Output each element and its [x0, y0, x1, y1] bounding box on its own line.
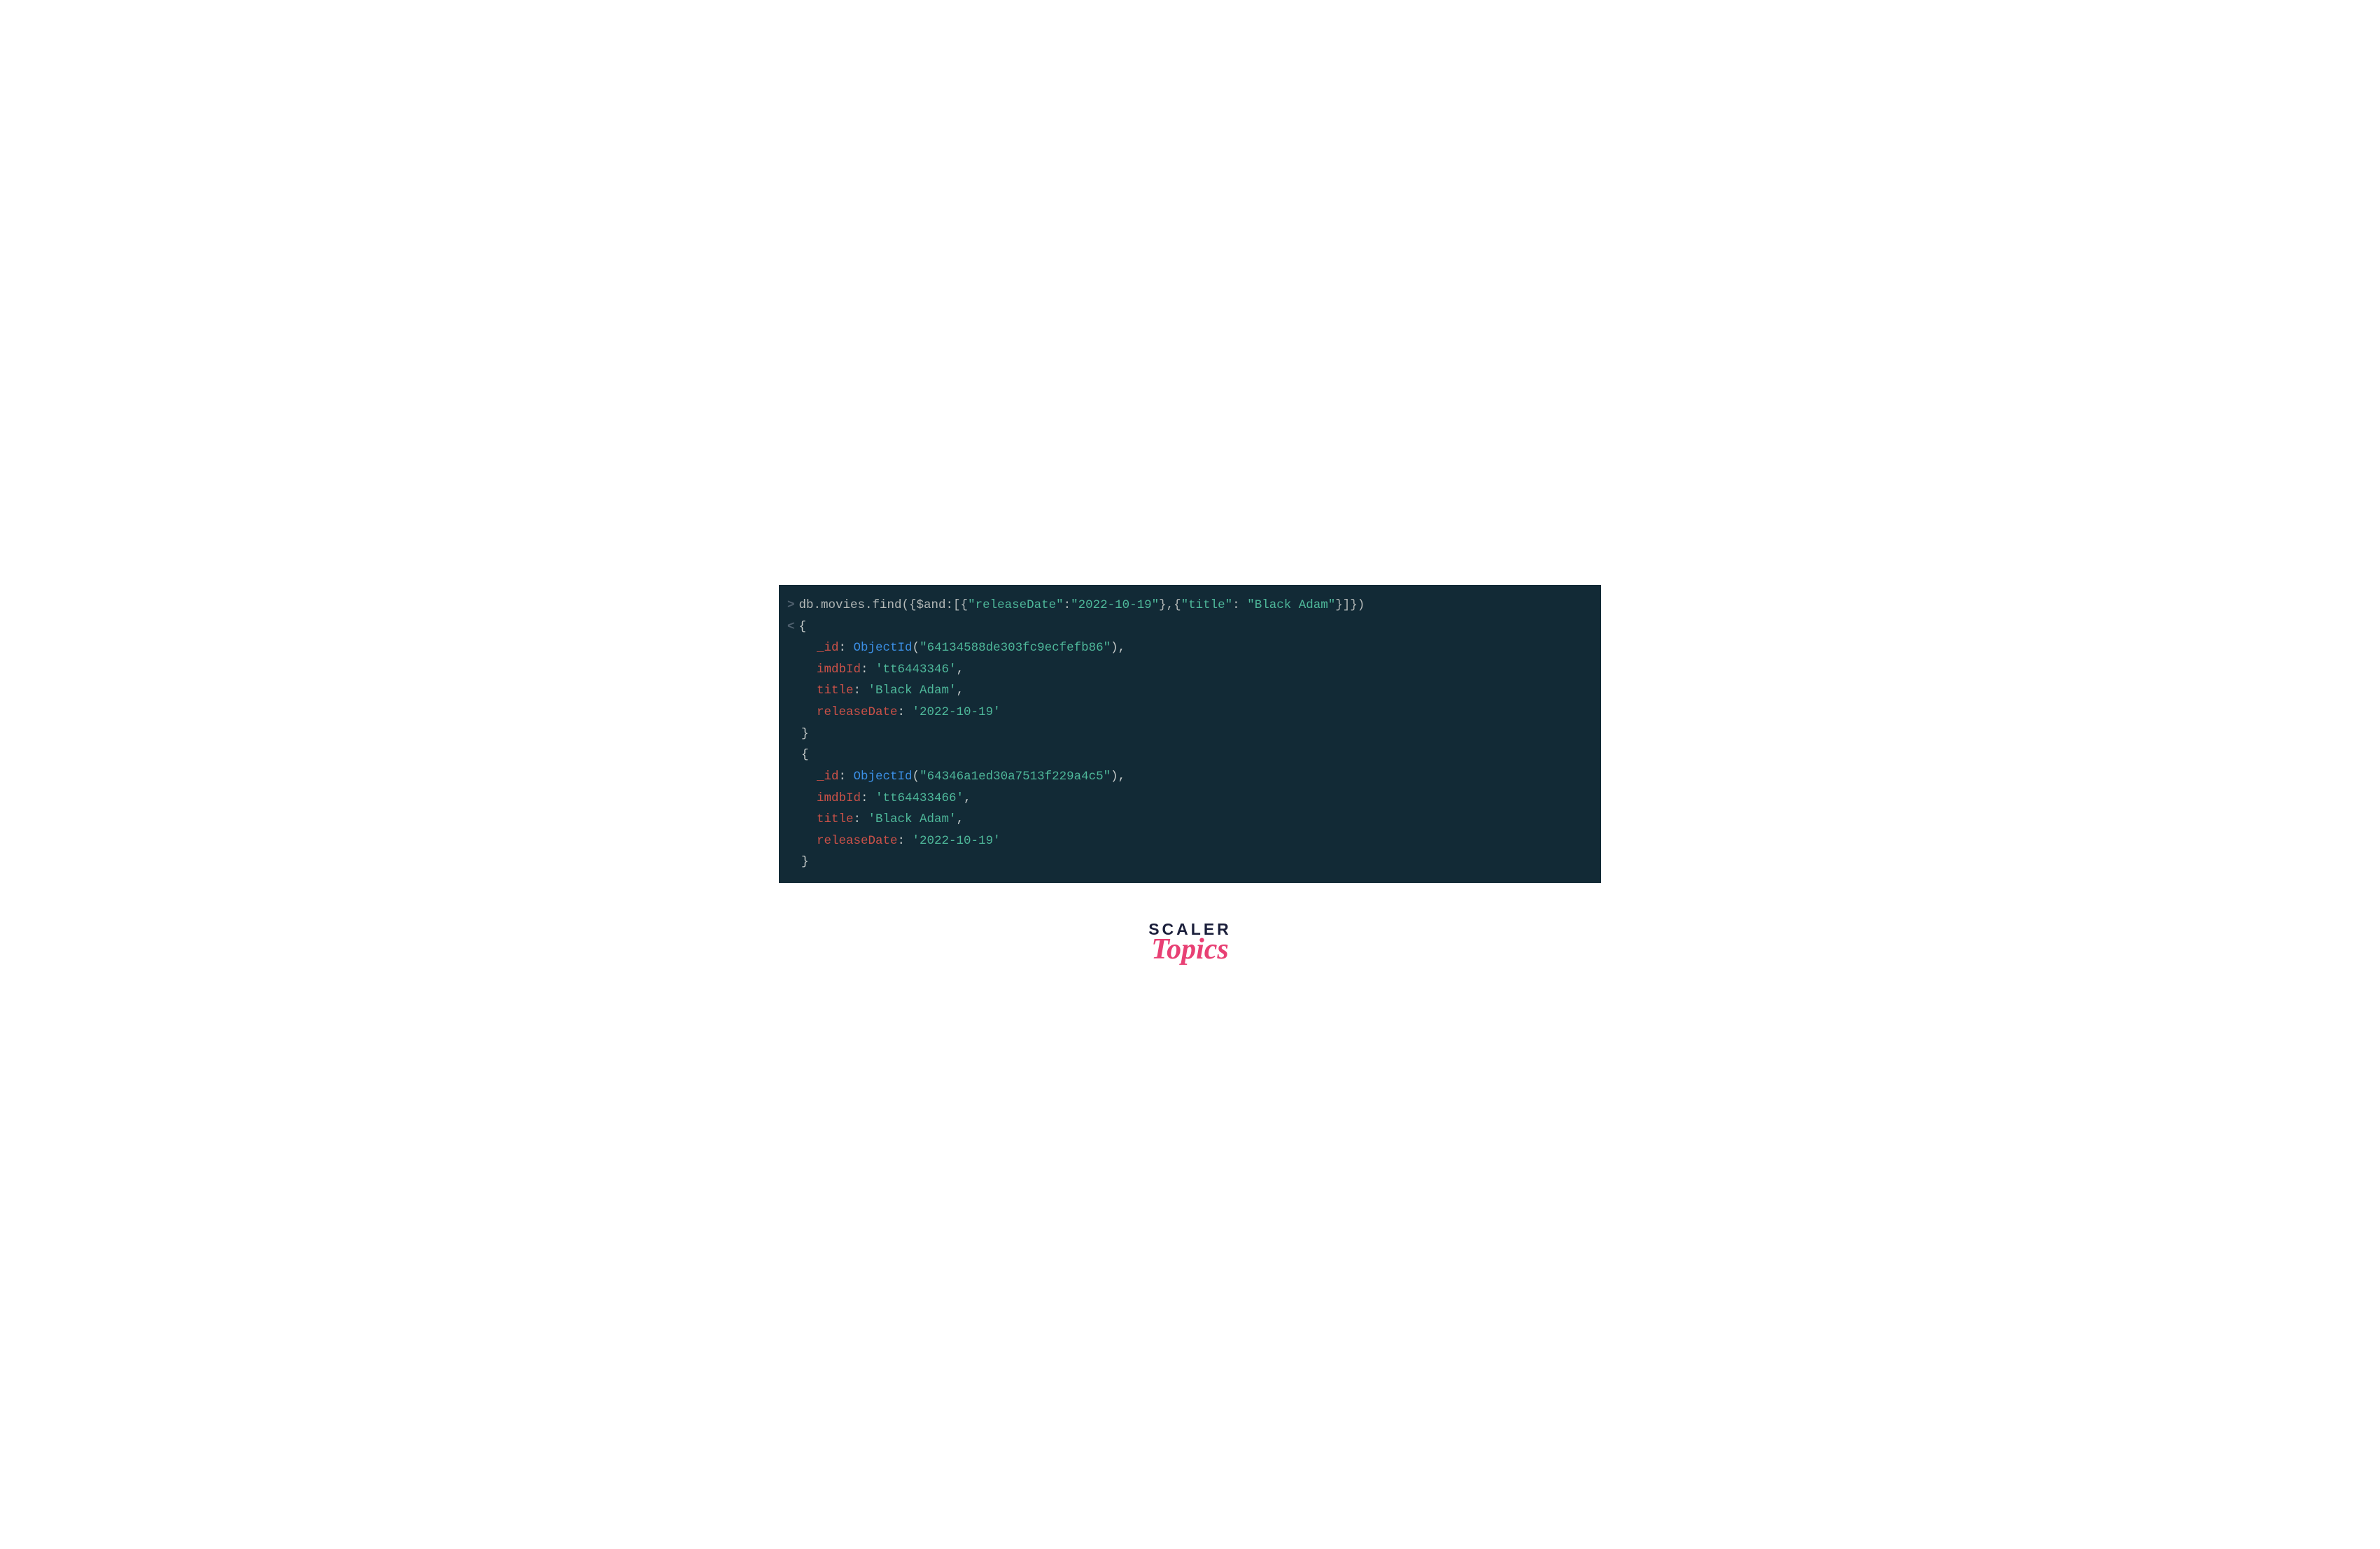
query-string: "title" [1181, 598, 1233, 612]
query-segment: },{ [1159, 598, 1181, 612]
query-segment: : [1064, 598, 1071, 612]
result-open-brace: { [787, 744, 1593, 766]
comma: , [957, 680, 964, 702]
result-close-brace: } [787, 723, 1593, 745]
comma: , [957, 809, 964, 830]
prompt-icon: > [787, 595, 795, 616]
query-segment: : [1232, 598, 1247, 612]
query-string: "Black Adam" [1247, 598, 1335, 612]
result-field-date: releaseDate: '2022-10-19' [787, 830, 1593, 852]
result-field-imdb: imdbId: 'tt6443346', [787, 659, 1593, 681]
field-value: 'Black Adam' [868, 680, 957, 702]
paren-open: ( [913, 637, 920, 659]
brace-open: { [799, 616, 807, 638]
comma: , [957, 659, 964, 681]
query-segment: db.movies.find({$and:[{ [799, 598, 969, 612]
query-string: "releaseDate" [968, 598, 1064, 612]
field-key: imdbId [817, 788, 861, 809]
comma: , [1118, 637, 1126, 659]
objectid-label: ObjectId [854, 637, 913, 659]
field-key: releaseDate [817, 830, 898, 852]
field-value: "64134588de303fc9ecfefb86" [920, 637, 1111, 659]
query-text: db.movies.find({$and:[{"releaseDate":"20… [799, 595, 1365, 616]
field-key: title [817, 809, 854, 830]
objectid-label: ObjectId [854, 766, 913, 788]
brace-close: } [801, 851, 809, 873]
field-value: 'tt64433466' [875, 788, 964, 809]
field-key: releaseDate [817, 702, 898, 723]
result-close-brace: } [787, 851, 1593, 873]
brace-close: } [801, 723, 809, 745]
colon: : [839, 637, 854, 659]
result-field-imdb: imdbId: 'tt64433466', [787, 788, 1593, 809]
comma: , [1118, 766, 1126, 788]
field-key: _id [817, 637, 839, 659]
query-string: "2022-10-19" [1071, 598, 1159, 612]
colon: : [854, 809, 868, 830]
query-segment: }]}) [1335, 598, 1365, 612]
terminal-output-block: > db.movies.find({$and:[{"releaseDate":"… [779, 585, 1601, 883]
result-field-title: title: 'Black Adam', [787, 680, 1593, 702]
colon: : [861, 659, 875, 681]
field-value: 'tt6443346' [875, 659, 957, 681]
output-icon: < [787, 616, 795, 638]
logo-line2: Topics [1151, 935, 1228, 964]
field-value: "64346a1ed30a7513f229a4c5" [920, 766, 1111, 788]
colon: : [898, 830, 913, 852]
field-key: imdbId [817, 659, 861, 681]
colon: : [898, 702, 913, 723]
field-value: '2022-10-19' [913, 702, 1001, 723]
paren-open: ( [913, 766, 920, 788]
query-line: > db.movies.find({$and:[{"releaseDate":"… [787, 595, 1593, 616]
result-field-title: title: 'Black Adam', [787, 809, 1593, 830]
field-key: title [817, 680, 854, 702]
result-field-id: _id: ObjectId("64134588de303fc9ecfefb86"… [787, 637, 1593, 659]
comma: , [964, 788, 971, 809]
result-field-date: releaseDate: '2022-10-19' [787, 702, 1593, 723]
field-value: '2022-10-19' [913, 830, 1001, 852]
field-value: 'Black Adam' [868, 809, 957, 830]
brace-open: { [801, 744, 809, 766]
colon: : [839, 766, 854, 788]
paren-close: ) [1111, 637, 1118, 659]
colon: : [861, 788, 875, 809]
colon: : [854, 680, 868, 702]
result-open-brace: < { [787, 616, 1593, 638]
paren-close: ) [1111, 766, 1118, 788]
scaler-topics-logo: SCALER Topics [1148, 921, 1232, 964]
field-key: _id [817, 766, 839, 788]
result-field-id: _id: ObjectId("64346a1ed30a7513f229a4c5"… [787, 766, 1593, 788]
